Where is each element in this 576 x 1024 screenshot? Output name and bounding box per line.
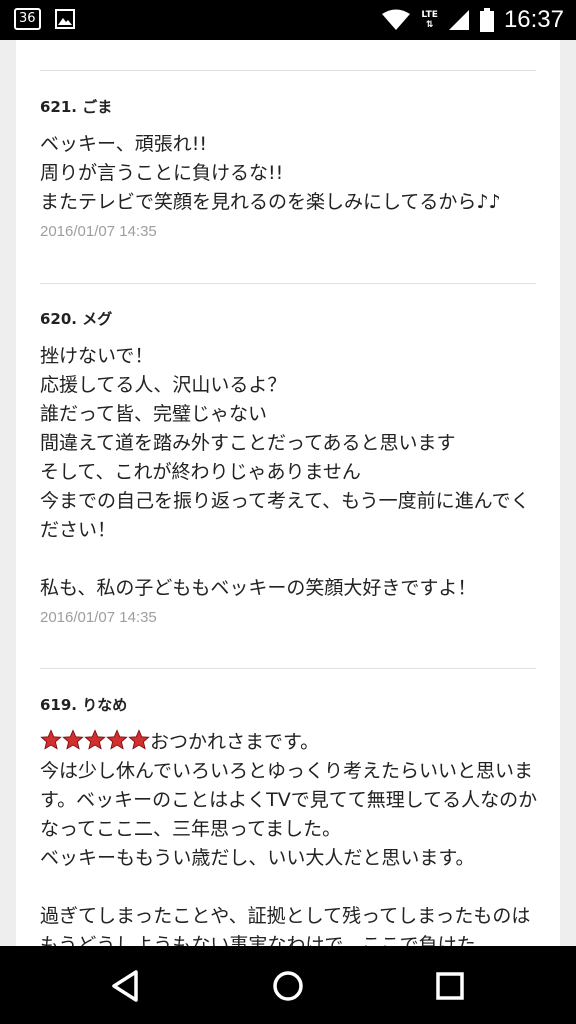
image-icon <box>54 9 75 29</box>
notification-count-badge: 36 <box>14 8 41 30</box>
lte-indicator: LTE ⇅ <box>421 10 438 30</box>
divider <box>40 70 536 71</box>
comment-number: 620. <box>40 310 78 328</box>
back-icon[interactable] <box>108 968 144 1004</box>
comment-rating-line: おつかれさまです。 <box>40 728 540 757</box>
comment-header: 620. メグ <box>40 308 540 330</box>
star-rating <box>40 729 150 751</box>
divider <box>40 283 536 284</box>
data-arrows-icon: ⇅ <box>425 20 434 30</box>
comment-item: 619. りなめ おつかれさまです。 今は少し休んでいろいろとゆっくり考えたらい… <box>40 694 540 946</box>
navigation-bar <box>0 946 576 1024</box>
comment-date: 2016/01/07 14:35 <box>40 223 157 240</box>
comment-date: 2016/01/07 14:35 <box>40 609 157 626</box>
comment-author: メグ <box>82 310 113 328</box>
star-icon <box>62 729 84 750</box>
clock: 16:37 <box>503 6 564 33</box>
comment-number: 621. <box>40 98 78 116</box>
comment-item: 620. メグ 挫けないで！ 応援してる人、沢山いるよ？ 誰だって皆、完璧じゃな… <box>40 308 540 626</box>
divider <box>40 668 536 669</box>
signal-icon <box>448 10 469 30</box>
status-bar: 36 LTE ⇅ 16:37 <box>0 0 576 40</box>
comment-author: ごま <box>82 98 113 116</box>
star-icon <box>128 729 150 750</box>
comment-body: 挫けないで！ 応援してる人、沢山いるよ？ 誰だって皆、完璧じゃない 間違えて道を… <box>40 345 530 599</box>
battery-icon <box>479 8 494 32</box>
comments-list: 621. ごま ベッキー、頑張れ!! 周りが言うことに負けるな!! またテレビで… <box>16 40 560 946</box>
comment-number: 619. <box>40 696 78 714</box>
comment-body: ベッキー、頑張れ!! 周りが言うことに負けるな!! またテレビで笑顔を見れるのを… <box>40 133 501 213</box>
recents-icon[interactable] <box>432 968 468 1004</box>
comment-item: 621. ごま ベッキー、頑張れ!! 周りが言うことに負けるな!! またテレビで… <box>40 96 540 240</box>
comment-greeting: おつかれさまです。 <box>150 731 320 753</box>
star-icon <box>106 729 128 750</box>
star-icon <box>84 729 106 750</box>
wifi-icon <box>382 9 411 30</box>
comment-author: りなめ <box>82 696 128 714</box>
comment-header: 619. りなめ <box>40 694 540 716</box>
home-icon[interactable] <box>270 968 306 1004</box>
star-icon <box>40 729 62 750</box>
comment-body: 今は少し休んでいろいろとゆっくり考えたらいいと思います。ベッキーのことはよくTV… <box>40 760 538 946</box>
comment-header: 621. ごま <box>40 96 540 118</box>
